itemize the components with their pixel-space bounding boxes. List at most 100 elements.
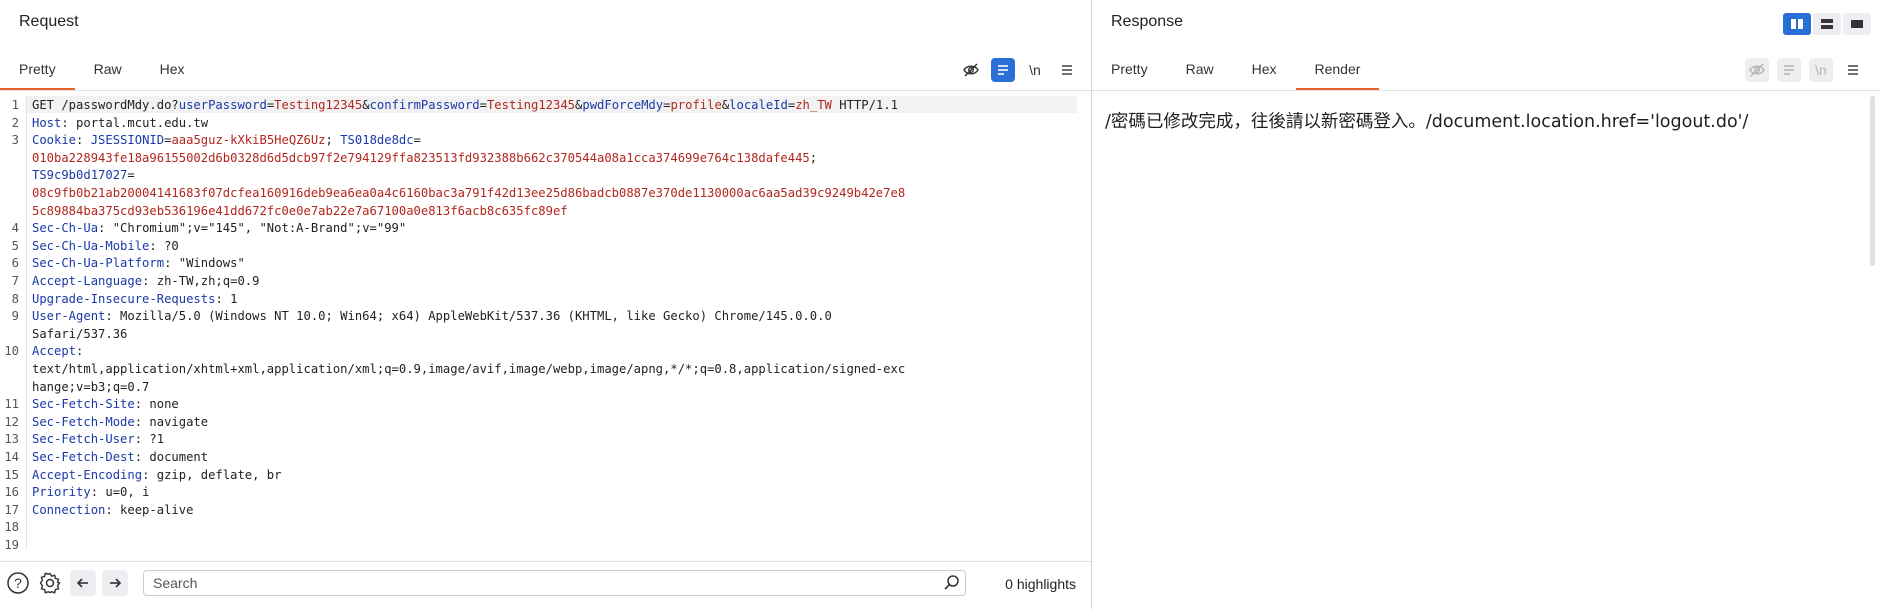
eye-slash-icon	[1745, 58, 1769, 82]
wrap-lines-icon[interactable]	[991, 58, 1015, 82]
code-text: : ?0	[149, 238, 179, 253]
search-icon[interactable]	[943, 574, 961, 592]
request-title: Request	[19, 13, 79, 30]
response-tabs: Pretty Raw Hex Render	[1092, 54, 1380, 91]
param-value: 5c89884ba375cd93eb536196e41dd672fc0e0e7a…	[32, 203, 568, 218]
code-text: : "Chromium";v="145", "Not:A-Brand";v="9…	[98, 221, 407, 236]
line-number: 11	[4, 397, 19, 412]
header-name: Accept-Encoding	[32, 467, 143, 482]
header-name: TS9c9b0d17027	[32, 168, 128, 183]
header-name: confirmPassword	[369, 98, 480, 112]
request-toolbar: \n	[959, 58, 1079, 82]
menu-icon[interactable]	[1841, 58, 1865, 82]
tab-render[interactable]: Render	[1295, 54, 1380, 91]
header-name: Host	[32, 115, 62, 130]
header-name: TS018de8dc	[340, 133, 414, 148]
code-line: Connection: keep-alive	[32, 503, 193, 517]
code-line: Sec-Fetch-Mode: navigate	[32, 415, 208, 429]
code-text: ;	[325, 133, 341, 148]
code-line: 010ba228943fe18a96155002d6b0328d6d5dcb97…	[32, 151, 817, 165]
code-text: : ?1	[134, 432, 165, 447]
line-number: 1	[11, 98, 19, 112]
header-name: localeId	[729, 98, 788, 112]
header-name: pwdForceMdy	[582, 98, 664, 112]
param-value: profile	[670, 98, 722, 112]
rendered-response: /密碼已修改完成，往後請以新密碼登入。/document.location.hr…	[1105, 112, 1749, 132]
tabs-divider	[0, 90, 1091, 91]
highlights-count: 0 highlights	[1005, 576, 1076, 592]
code-text: :	[76, 133, 91, 148]
line-number: 5	[11, 238, 19, 253]
line-number-gutter: 1 2 3 4 5 6 7 8 9 10 11 12 13 14 15 16 17 18 19	[0, 96, 27, 552]
newline-toggle: \n	[1809, 58, 1833, 82]
code-text: HTTP/1.1	[831, 98, 898, 112]
code-text: : portal.mcut.edu.tw	[61, 115, 209, 130]
wrap-lines-icon	[1777, 58, 1801, 82]
code-text: &	[362, 98, 370, 112]
code-line: Sec-Fetch-Site: none	[32, 397, 179, 411]
header-name: Upgrade-Insecure-Requests	[32, 291, 216, 306]
search-bar: ? 0 highlights	[0, 561, 1091, 610]
code-line: Cookie: JSESSIONID = aaa5guz-kXkiB5HeQZ6Uz…	[32, 133, 421, 147]
tab-raw[interactable]: Raw	[1167, 54, 1233, 91]
code-text: : gzip, deflate, br	[142, 467, 282, 482]
scrollbar[interactable]	[1869, 96, 1877, 606]
line-number: 4	[11, 221, 19, 236]
response-title: Response	[1111, 13, 1184, 30]
code-line: Sec-Ch-Ua: "Chromium";v="145", "Not:A-Br…	[32, 221, 406, 235]
tabs-divider	[1092, 90, 1880, 91]
newline-toggle[interactable]: \n	[1023, 58, 1047, 82]
code-line: GET /passwordMdy.do?userPassword=Testing…	[32, 98, 898, 112]
code-text: ;	[809, 150, 818, 165]
param-value: zh_TW	[795, 98, 832, 112]
code-text: =	[127, 168, 135, 183]
code-line: TS9c9b0d17027=	[32, 168, 135, 182]
code-line: Sec-Fetch-User: ?1	[32, 432, 164, 446]
code-line: Accept-Encoding: gzip, deflate, br	[32, 468, 281, 482]
code-line: User-Agent: Mozilla/5.0 (Windows NT 10.0…	[32, 309, 832, 323]
code-text: : 1	[215, 291, 238, 306]
header-name: Cookie	[32, 133, 77, 148]
param-value: 08c9fb0b21ab20004141683f07dcfea160916deb…	[32, 186, 906, 200]
tab-hex[interactable]: Hex	[141, 54, 204, 91]
menu-icon[interactable]	[1055, 58, 1079, 82]
arrow-right-icon[interactable]	[102, 570, 128, 596]
arrow-left-icon[interactable]	[70, 570, 96, 596]
help-icon[interactable]: ?	[5, 570, 31, 596]
line-number: 15	[4, 467, 19, 482]
code-line: Priority: u=0, i	[32, 485, 149, 499]
tab-pretty[interactable]: Pretty	[0, 54, 75, 91]
svg-text:?: ?	[14, 575, 22, 591]
side-by-side-layout-icon[interactable]	[1783, 13, 1811, 35]
header-name: userPassword	[178, 98, 267, 112]
header-name: Connection	[32, 502, 106, 517]
line-number: 6	[11, 256, 19, 271]
header-name: Accept	[32, 344, 77, 359]
tab-raw[interactable]: Raw	[75, 54, 141, 91]
code-text: : "Windows"	[164, 256, 245, 271]
scrollbar-thumb[interactable]	[1870, 96, 1875, 266]
code-text: : u=0, i	[90, 485, 150, 500]
line-number: 14	[4, 450, 19, 464]
request-editor[interactable]: 1 2 3 4 5 6 7 8 9 10 11 12 13 14 15 16 17 18 19 GET /passw…	[0, 96, 1091, 552]
code-line: Sec-Ch-Ua-Mobile: ?0	[32, 239, 179, 253]
code-text: : document	[134, 450, 209, 464]
tab-hex[interactable]: Hex	[1233, 54, 1296, 91]
code-line: Safari/537.36	[32, 327, 127, 341]
tab-pretty[interactable]: Pretty	[1092, 54, 1167, 91]
param-value: Testing12345	[274, 98, 363, 112]
line-number: 17	[4, 502, 19, 517]
eye-slash-icon[interactable]	[959, 58, 983, 82]
settings-gear-icon[interactable]	[37, 570, 63, 596]
single-pane-layout-icon[interactable]	[1843, 13, 1871, 35]
line-number: 19	[4, 538, 19, 552]
code-text: GET /passwordMdy.do?	[32, 98, 179, 112]
code-text: =	[413, 133, 421, 148]
line-number: 12	[4, 414, 19, 429]
code-text: text/html,application/xhtml+xml,applicat…	[32, 362, 906, 376]
code-line: Accept:	[32, 344, 83, 358]
line-number: 18	[4, 520, 19, 535]
stacked-layout-icon[interactable]	[1813, 13, 1841, 35]
search-input[interactable]	[143, 570, 966, 596]
header-name: Priority	[32, 485, 91, 500]
